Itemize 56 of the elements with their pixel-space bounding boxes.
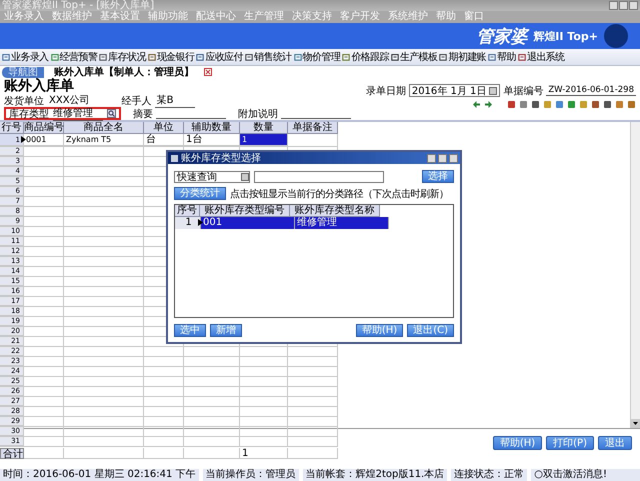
column-header[interactable]: 单据备注: [288, 122, 338, 134]
status-text: 连接状态：正常: [451, 469, 528, 481]
supplier-field[interactable]: XXX公司: [47, 93, 92, 108]
table-cell: 1: [240, 134, 288, 146]
toolbar-button[interactable]: 应收应付: [196, 50, 244, 64]
toolbar-button[interactable]: 期初建账: [439, 50, 486, 64]
toolbar-button[interactable]: 库存状况: [99, 50, 146, 64]
table-cell[interactable]: 维修管理: [295, 217, 389, 229]
search-mode-dropdown[interactable]: 快速查询: [174, 170, 250, 182]
toolbar-button[interactable]: 退出系统: [518, 50, 565, 64]
table-cell: 1: [240, 448, 288, 459]
field-label: 库存类型: [9, 108, 49, 120]
status-text: 当前操作员：管理员: [202, 469, 299, 481]
stock-type-field[interactable]: 维修管理: [53, 106, 103, 121]
tab[interactable]: 导航图: [2, 66, 44, 78]
toolbar-button[interactable]: 现金银行: [148, 50, 194, 64]
column-header[interactable]: 账外库存类型名称: [290, 205, 380, 217]
field-label: 经手人: [122, 94, 152, 108]
toolbar-button[interactable]: 销售统计: [245, 50, 292, 64]
toolbar-button[interactable]: 物价管理: [294, 50, 340, 64]
column-header[interactable]: 数量: [240, 122, 288, 134]
toolbar-button[interactable]: 业务录入: [2, 50, 49, 64]
toolbar-button[interactable]: 价格跟踪: [342, 50, 389, 64]
toolbar-button[interactable]: 经营预警: [50, 50, 98, 64]
form-title: 账外入库单: [4, 78, 75, 94]
edition-text: 辉煌II Top+: [533, 28, 598, 44]
status-text: 当前帐套：辉煌2top版11.本店: [302, 469, 448, 481]
logo-text: 管家婆: [476, 26, 528, 48]
column-header[interactable]: 序号: [175, 205, 200, 217]
column-header[interactable]: 账外库存类型编号: [200, 205, 290, 217]
column-header[interactable]: 行号: [0, 122, 24, 134]
hint-text: 点击按钮显示当前行的分类路径（下次点击时刷新）: [230, 188, 448, 200]
table-cell: 0001: [24, 134, 64, 146]
total-label: 合计: [0, 448, 24, 459]
row-number: 1: [175, 217, 201, 229]
status-text: ○双击激活消息!: [531, 469, 640, 481]
field-label: 发货单位: [4, 94, 44, 108]
column-header[interactable]: 辅助数量: [184, 122, 240, 134]
field-label: 摘要: [133, 108, 153, 120]
handler-field[interactable]: 某B: [154, 93, 195, 108]
toolbar-button[interactable]: 帮助: [488, 50, 516, 64]
tab[interactable]: 账外入库单【制单人：管理员】: [48, 66, 200, 78]
field-label: 附加说明: [238, 108, 278, 120]
status-text: 时间：2016-06-01 星期三 02:16:41 下午: [0, 469, 199, 481]
column-header[interactable]: 商品编号: [24, 122, 64, 134]
field-label: 单据编号: [503, 84, 544, 98]
toolbar-button[interactable]: 生产模板: [390, 50, 438, 64]
column-header[interactable]: 商品全名: [64, 122, 144, 134]
table-cell: 台: [144, 134, 184, 146]
field-label: 录单日期: [366, 84, 406, 98]
table-cell[interactable]: 001: [201, 217, 295, 229]
date-field[interactable]: 2016年 1月 1日: [408, 84, 500, 97]
number-field[interactable]: ZW-2016-06-01-298: [546, 85, 636, 96]
column-header[interactable]: 单位: [144, 122, 184, 134]
table-cell: Zyknam T5: [64, 134, 144, 146]
dialog-title: 账外库存类型选择: [181, 152, 261, 165]
